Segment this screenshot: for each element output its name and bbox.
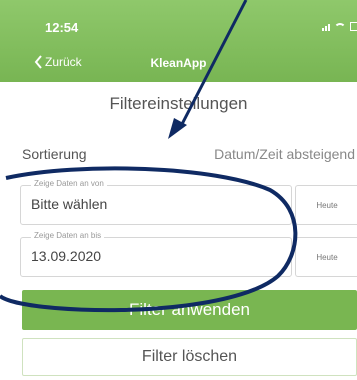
date-to-value: 13.09.2020 <box>31 248 102 264</box>
date-to-legend: Zeige Daten an bis <box>31 231 105 240</box>
apply-filter-button[interactable]: Filter anwenden <box>22 290 357 330</box>
date-to-today-button[interactable]: Heute <box>295 237 357 277</box>
annotation-arrowhead <box>168 118 187 139</box>
navigation-bar: 12:54 Zurück KleanApp <box>0 0 357 82</box>
sorting-label: Sortierung <box>22 146 87 162</box>
date-from-today-button[interactable]: Heute <box>295 185 357 225</box>
sorting-select[interactable]: Datum/Zeit absteigend <box>214 146 355 162</box>
date-from-value: Bitte wählen <box>31 196 108 212</box>
date-to-field[interactable]: Zeige Daten an bis 13.09.2020 <box>20 231 292 277</box>
date-from-field[interactable]: Zeige Daten an von Bitte wählen <box>20 179 292 225</box>
wifi-icon <box>334 23 346 31</box>
status-icons <box>322 22 357 31</box>
clear-filter-button[interactable]: Filter löschen <box>22 338 357 376</box>
page-title: Filtereinstellungen <box>109 94 248 113</box>
signal-icon <box>322 24 330 31</box>
battery-icon <box>350 22 357 31</box>
date-from-legend: Zeige Daten an von <box>31 179 107 188</box>
status-time: 12:54 <box>45 20 79 35</box>
app-title: KleanApp <box>150 56 207 70</box>
